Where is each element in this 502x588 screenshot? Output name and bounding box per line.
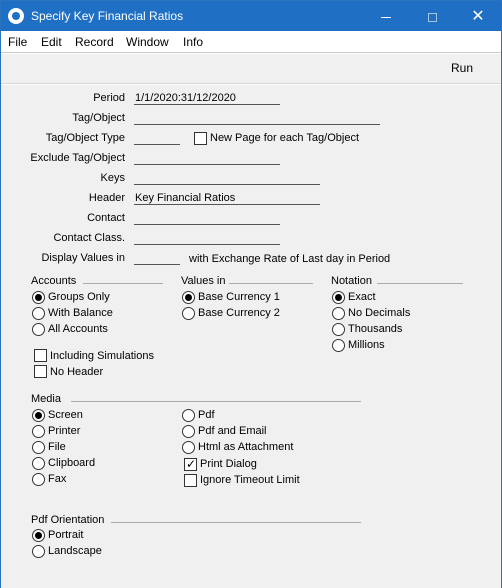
base-currency-1-radio[interactable]: [182, 291, 195, 304]
minimize-button[interactable]: [363, 1, 409, 31]
minimize-icon: [381, 16, 391, 18]
exact-radio[interactable]: [332, 291, 345, 304]
keys-label: Keys: [100, 172, 125, 184]
title-bar[interactable]: Specify Key Financial Ratios ✕: [1, 1, 501, 31]
file-radio[interactable]: [32, 441, 45, 454]
including-simulations-checkbox[interactable]: [34, 349, 47, 362]
ignore-timeout-checkbox[interactable]: [184, 474, 197, 487]
menu-bar: File Edit Record Window Info: [1, 31, 501, 53]
contact-class-field[interactable]: [134, 232, 280, 245]
printer-label: Printer: [48, 425, 81, 437]
exclude-tag-object-label: Exclude Tag/Object: [30, 152, 125, 164]
screen-label: Screen: [48, 409, 83, 421]
new-page-label: New Page for each Tag/Object: [210, 132, 359, 144]
fax-label: Fax: [48, 473, 67, 485]
screen-radio[interactable]: [32, 409, 45, 422]
maximize-icon: [427, 12, 437, 22]
pdf-label: Pdf: [198, 409, 215, 421]
landscape-label: Landscape: [48, 545, 102, 557]
close-icon: ✕: [471, 8, 485, 25]
groups-only-radio[interactable]: [32, 291, 45, 304]
form-area: Period 1/1/2020:31/12/2020 Tag/Object Ta…: [1, 85, 501, 588]
notation-group-title: Notation: [331, 275, 372, 287]
printer-radio[interactable]: [32, 425, 45, 438]
values-in-group-title: Values in: [181, 275, 226, 287]
period-label: Period: [93, 92, 125, 104]
base-currency-2-label: Base Currency 2: [198, 307, 280, 319]
ignore-timeout-label: Ignore Timeout Limit: [200, 474, 300, 486]
groups-only-label: Groups Only: [48, 291, 110, 303]
pdf-orientation-group-title: Pdf Orientation: [31, 514, 105, 526]
app-icon: [8, 8, 24, 24]
header-field[interactable]: Key Financial Ratios: [134, 192, 320, 205]
clipboard-label: Clipboard: [48, 457, 96, 469]
display-values-field[interactable]: [134, 252, 180, 265]
tag-object-type-label: Tag/Object Type: [45, 132, 125, 144]
clipboard-radio[interactable]: [32, 457, 45, 470]
contact-class-label: Contact Class.: [53, 232, 125, 244]
all-accounts-radio[interactable]: [32, 323, 45, 336]
html-as-attachment-radio[interactable]: [182, 441, 195, 454]
print-dialog-checkbox[interactable]: [184, 457, 197, 471]
print-dialog-label: Print Dialog: [200, 458, 257, 470]
menu-record[interactable]: Record: [75, 35, 114, 49]
header-label: Header: [88, 192, 125, 204]
fax-radio[interactable]: [32, 473, 45, 486]
portrait-radio[interactable]: [32, 529, 45, 542]
thousands-radio[interactable]: [332, 323, 345, 336]
base-currency-2-radio[interactable]: [182, 307, 195, 320]
display-values-suffix: with Exchange Rate of Last day in Period: [189, 253, 391, 265]
portrait-label: Portrait: [48, 529, 84, 541]
window: Specify Key Financial Ratios ✕ File Edit…: [0, 0, 502, 588]
contact-label: Contact: [87, 212, 125, 224]
new-page-checkbox[interactable]: [194, 132, 207, 145]
notation-group-divider: [377, 283, 463, 284]
toolbar: Run: [1, 54, 501, 84]
millions-radio[interactable]: [332, 339, 345, 352]
period-field[interactable]: 1/1/2020:31/12/2020: [134, 92, 280, 105]
pdf-and-email-radio[interactable]: [182, 425, 195, 438]
accounts-group-divider: [83, 283, 163, 284]
including-simulations-label: Including Simulations: [50, 350, 154, 362]
keys-field[interactable]: [134, 172, 320, 185]
base-currency-1-label: Base Currency 1: [198, 291, 280, 303]
menu-file[interactable]: File: [8, 35, 27, 49]
maximize-button[interactable]: [409, 1, 455, 31]
tag-object-type-field[interactable]: [134, 132, 180, 145]
window-title: Specify Key Financial Ratios: [31, 9, 184, 23]
tag-object-label: Tag/Object: [72, 112, 125, 124]
pdf-radio[interactable]: [182, 409, 195, 422]
tag-object-field[interactable]: [134, 112, 380, 125]
menu-info[interactable]: Info: [183, 35, 203, 49]
run-button[interactable]: Run: [451, 61, 473, 75]
all-accounts-label: All Accounts: [48, 323, 108, 335]
menu-window[interactable]: Window: [126, 35, 169, 49]
accounts-group-title: Accounts: [31, 275, 77, 287]
exact-label: Exact: [348, 291, 376, 303]
media-group-divider: [71, 401, 361, 402]
no-decimals-radio[interactable]: [332, 307, 345, 320]
values-in-group-divider: [229, 283, 313, 284]
menu-edit[interactable]: Edit: [41, 35, 62, 49]
thousands-label: Thousands: [348, 323, 403, 335]
pdf-orientation-group-divider: [111, 522, 361, 523]
landscape-radio[interactable]: [32, 545, 45, 558]
no-decimals-label: No Decimals: [348, 307, 411, 319]
html-as-attachment-label: Html as Attachment: [198, 441, 294, 453]
file-label: File: [48, 441, 66, 453]
display-values-label: Display Values in: [41, 252, 125, 264]
media-group-title: Media: [31, 393, 61, 405]
no-header-label: No Header: [50, 366, 104, 378]
millions-label: Millions: [348, 339, 385, 351]
close-button[interactable]: ✕: [455, 1, 501, 31]
pdf-and-email-label: Pdf and Email: [198, 425, 267, 437]
with-balance-label: With Balance: [48, 307, 113, 319]
with-balance-radio[interactable]: [32, 307, 45, 320]
contact-field[interactable]: [134, 212, 280, 225]
exclude-tag-object-field[interactable]: [134, 152, 280, 165]
no-header-checkbox[interactable]: [34, 365, 47, 378]
